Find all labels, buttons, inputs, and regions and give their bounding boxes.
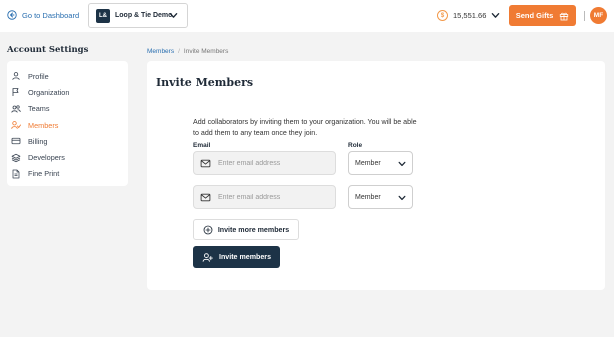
sidebar-item-label: Organization xyxy=(28,87,70,97)
send-gifts-label: Send Gifts xyxy=(515,11,554,20)
email-label: Email xyxy=(193,142,211,149)
breadcrumb: Members / Invite Members xyxy=(147,48,228,55)
invite-members-card: Invite Members Add collaborators by invi… xyxy=(147,61,605,290)
invite-more-members-button[interactable]: Invite more members xyxy=(193,219,299,240)
coin-icon: $ xyxy=(437,10,448,21)
org-badge: L& xyxy=(96,8,110,23)
file-icon xyxy=(12,169,20,179)
sidebar-item-fine-print[interactable]: Fine Print xyxy=(7,166,128,182)
plus-circle-icon xyxy=(203,225,213,234)
users-icon xyxy=(11,105,21,113)
sidebar-item-members[interactable]: Members xyxy=(7,117,128,133)
sidebar-item-organization[interactable]: Organization xyxy=(7,84,128,100)
go-to-dashboard-label: Go to Dashboard xyxy=(22,10,80,20)
chevron-down-icon xyxy=(398,195,406,201)
top-bar: Go to Dashboard L& Loop & Tie Demo $ 15,… xyxy=(0,0,614,32)
flag-icon xyxy=(12,88,19,97)
balance-amount: 15,551.66 xyxy=(453,11,487,20)
chevron-down-icon xyxy=(169,13,178,18)
page-title: Invite Members xyxy=(156,76,254,89)
sidebar-item-label: Fine Print xyxy=(28,169,60,179)
email-input[interactable] xyxy=(218,193,328,201)
sidebar-item-teams[interactable]: Teams xyxy=(7,101,128,117)
email-field[interactable] xyxy=(193,151,336,175)
mail-icon xyxy=(200,193,211,201)
sidebar-title: Account Settings xyxy=(7,45,89,55)
sidebar-item-label: Profile xyxy=(28,71,49,81)
chevron-down-icon xyxy=(492,13,500,18)
sidebar: Profile Organization Teams Members Billi… xyxy=(7,61,128,186)
role-select-value: Member xyxy=(355,193,381,201)
email-input[interactable] xyxy=(218,159,328,167)
header-divider xyxy=(584,11,585,21)
sidebar-item-profile[interactable]: Profile xyxy=(7,68,128,84)
credit-card-icon xyxy=(11,138,21,145)
sidebar-item-label: Developers xyxy=(28,153,65,163)
breadcrumb-separator: / xyxy=(178,48,180,55)
role-select-value: Member xyxy=(355,159,381,167)
sidebar-item-developers[interactable]: Developers xyxy=(7,149,128,165)
breadcrumb-current: Invite Members xyxy=(183,48,229,55)
balance-dropdown[interactable]: $ 15,551.66 xyxy=(437,10,500,21)
organization-switcher[interactable]: L& Loop & Tie Demo xyxy=(88,3,188,28)
sidebar-item-label: Billing xyxy=(28,136,48,146)
mail-icon xyxy=(200,159,211,167)
gift-icon xyxy=(560,12,569,20)
sidebar-item-billing[interactable]: Billing xyxy=(7,133,128,149)
send-gifts-button[interactable]: Send Gifts xyxy=(509,5,576,26)
invite-members-button[interactable]: Invite members xyxy=(193,246,280,268)
members-icon xyxy=(11,121,21,129)
user-icon xyxy=(12,72,20,81)
arrow-left-circle-icon xyxy=(7,10,17,20)
sidebar-item-label: Teams xyxy=(28,104,50,114)
org-name: Loop & Tie Demo xyxy=(115,12,173,19)
invite-more-members-label: Invite more members xyxy=(217,225,290,234)
layers-icon xyxy=(11,153,21,162)
user-plus-icon xyxy=(202,252,213,262)
role-select[interactable]: Member xyxy=(348,151,413,175)
breadcrumb-members-link[interactable]: Members xyxy=(147,48,174,55)
chevron-down-icon xyxy=(398,161,406,167)
avatar[interactable]: MF xyxy=(590,7,607,24)
role-select[interactable]: Member xyxy=(348,185,413,209)
go-to-dashboard-link[interactable]: Go to Dashboard xyxy=(7,10,79,20)
email-field[interactable] xyxy=(193,185,336,209)
role-label: Role xyxy=(348,142,363,149)
sidebar-item-label: Members xyxy=(28,120,59,130)
invite-description: Add collaborators by inviting them to yo… xyxy=(193,118,417,137)
invite-members-label: Invite members xyxy=(218,253,272,261)
